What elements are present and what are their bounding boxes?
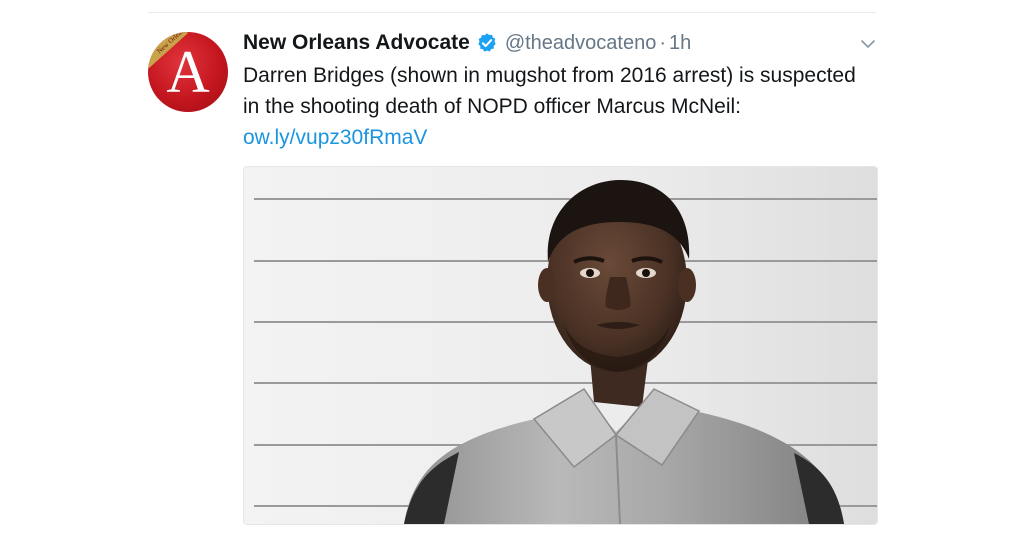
- tweet-text: Darren Bridges (shown in mugshot from 20…: [243, 60, 868, 153]
- tweet-link[interactable]: ow.ly/vupz30fRmaV: [243, 126, 427, 149]
- author-handle[interactable]: @theadvocateno: [505, 32, 657, 55]
- verified-badge-icon: [476, 32, 498, 54]
- avatar-letter: A: [166, 39, 210, 105]
- avatar[interactable]: New Orleans A: [148, 32, 228, 112]
- chevron-down-icon[interactable]: [860, 37, 876, 49]
- tweet-timestamp[interactable]: 1h: [669, 32, 691, 55]
- mugshot-photo: [244, 167, 877, 524]
- author-display-name[interactable]: New Orleans Advocate: [243, 31, 470, 55]
- tweet-text-body: Darren Bridges (shown in mugshot from 20…: [243, 64, 856, 118]
- tweet[interactable]: New Orleans A New Orleans Advocate @thea…: [148, 13, 878, 536]
- header-separator: ·: [659, 31, 667, 54]
- tweet-media-photo[interactable]: [243, 166, 878, 525]
- tweet-header: New Orleans Advocate @theadvocateno · 1h: [243, 29, 691, 57]
